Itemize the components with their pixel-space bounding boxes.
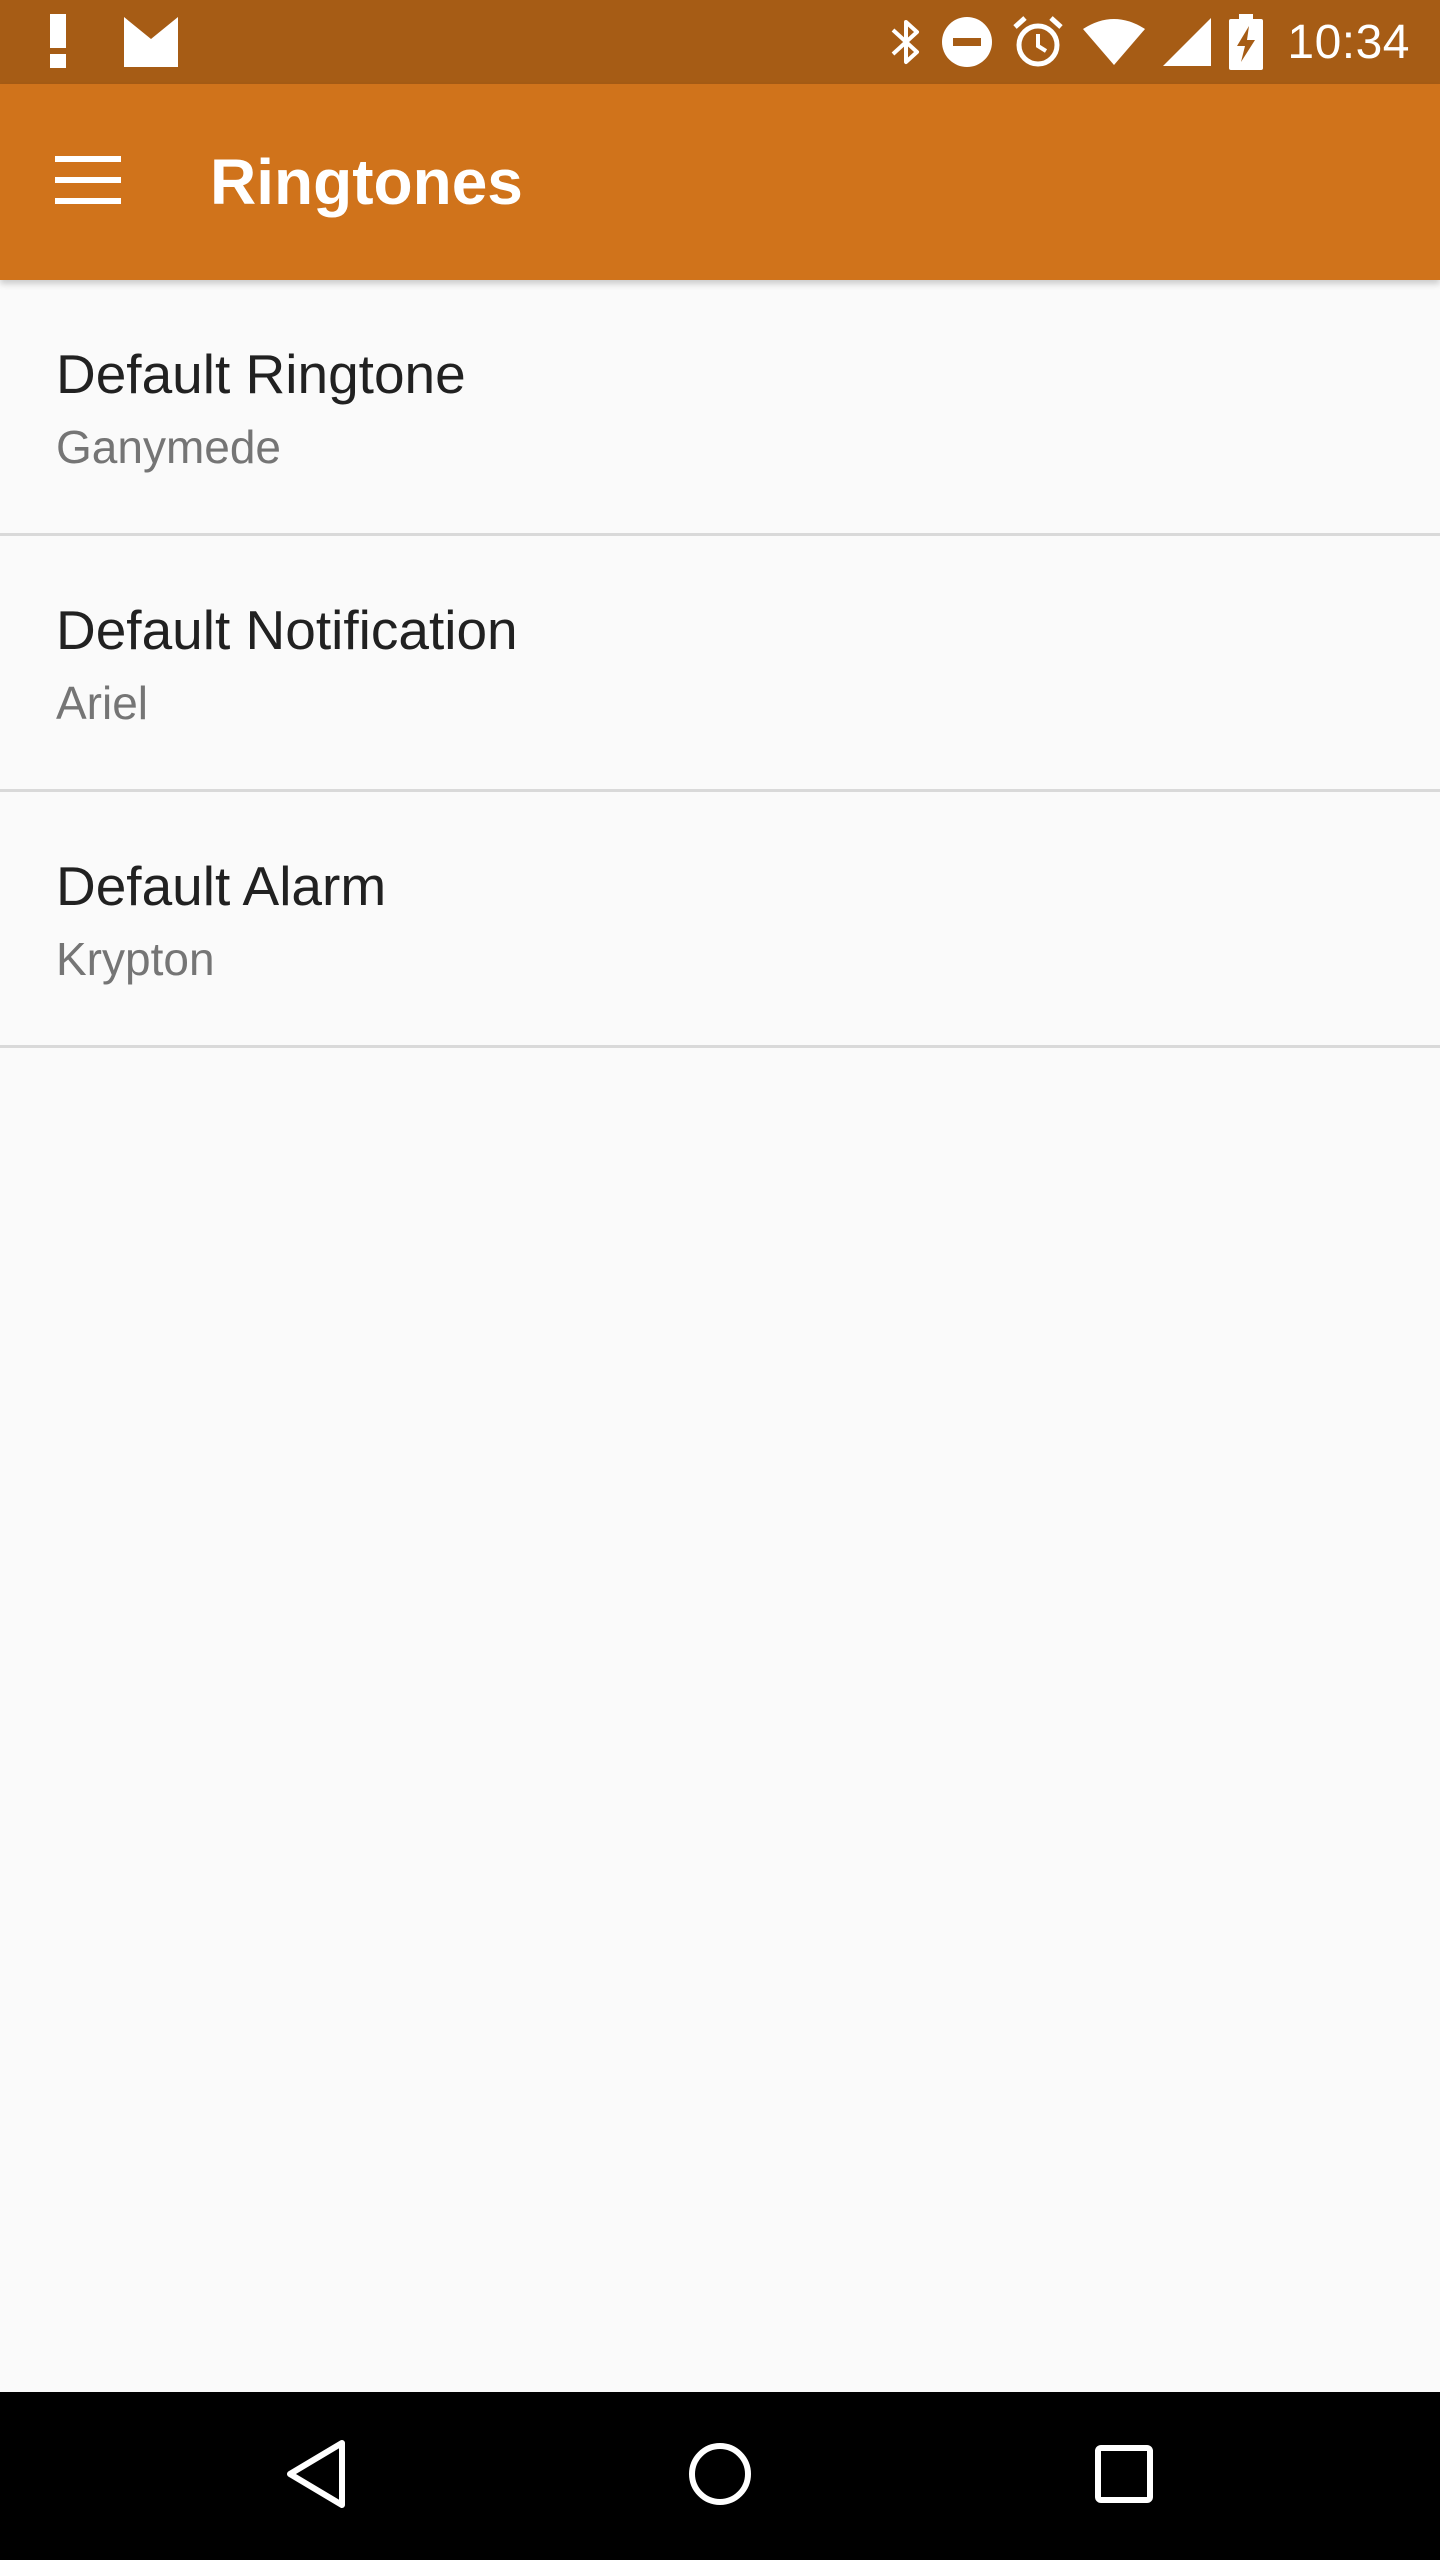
pref-item-default-alarm[interactable]: Default Alarm Krypton: [0, 792, 1440, 1048]
pref-title: Default Alarm: [56, 855, 387, 917]
alarm-icon: [1011, 15, 1065, 69]
pref-item-default-ringtone[interactable]: Default Ringtone Ganymede: [0, 280, 1440, 536]
battery-charging-icon: [1229, 14, 1264, 70]
wifi-icon: [1083, 19, 1146, 65]
recents-button[interactable]: [1064, 2416, 1184, 2536]
page-title: Ringtones: [210, 146, 523, 218]
gmail-icon: [124, 17, 178, 67]
pref-item-default-notification[interactable]: Default Notification Ariel: [0, 536, 1440, 792]
status-time: 10:34: [1287, 15, 1410, 69]
pref-title: Default Ringtone: [56, 343, 466, 405]
alert-icon: [48, 14, 68, 70]
cell-signal-icon: [1163, 18, 1212, 66]
status-bar: 10:34: [0, 0, 1440, 84]
status-bar-notifications: [48, 14, 178, 70]
back-icon: [284, 2439, 348, 2514]
pref-summary: Ganymede: [56, 421, 282, 473]
home-button[interactable]: [660, 2416, 780, 2536]
app-bar: Ringtones: [0, 84, 1440, 280]
do-not-disturb-icon: [941, 16, 993, 68]
hamburger-menu-icon: [55, 155, 121, 209]
navigation-drawer-button[interactable]: [40, 134, 136, 230]
pref-summary: Ariel: [56, 677, 149, 729]
pref-title: Default Notification: [56, 599, 518, 661]
bluetooth-icon: [889, 16, 923, 68]
home-icon: [687, 2441, 753, 2512]
ringtone-preferences-list: Default Ringtone Ganymede Default Notifi…: [0, 280, 1440, 1048]
back-button[interactable]: [256, 2416, 376, 2536]
status-bar-system-icons: 10:34: [889, 10, 1410, 74]
pref-summary: Krypton: [56, 933, 215, 985]
recents-icon: [1094, 2444, 1154, 2509]
system-navigation-bar: [0, 2392, 1440, 2560]
